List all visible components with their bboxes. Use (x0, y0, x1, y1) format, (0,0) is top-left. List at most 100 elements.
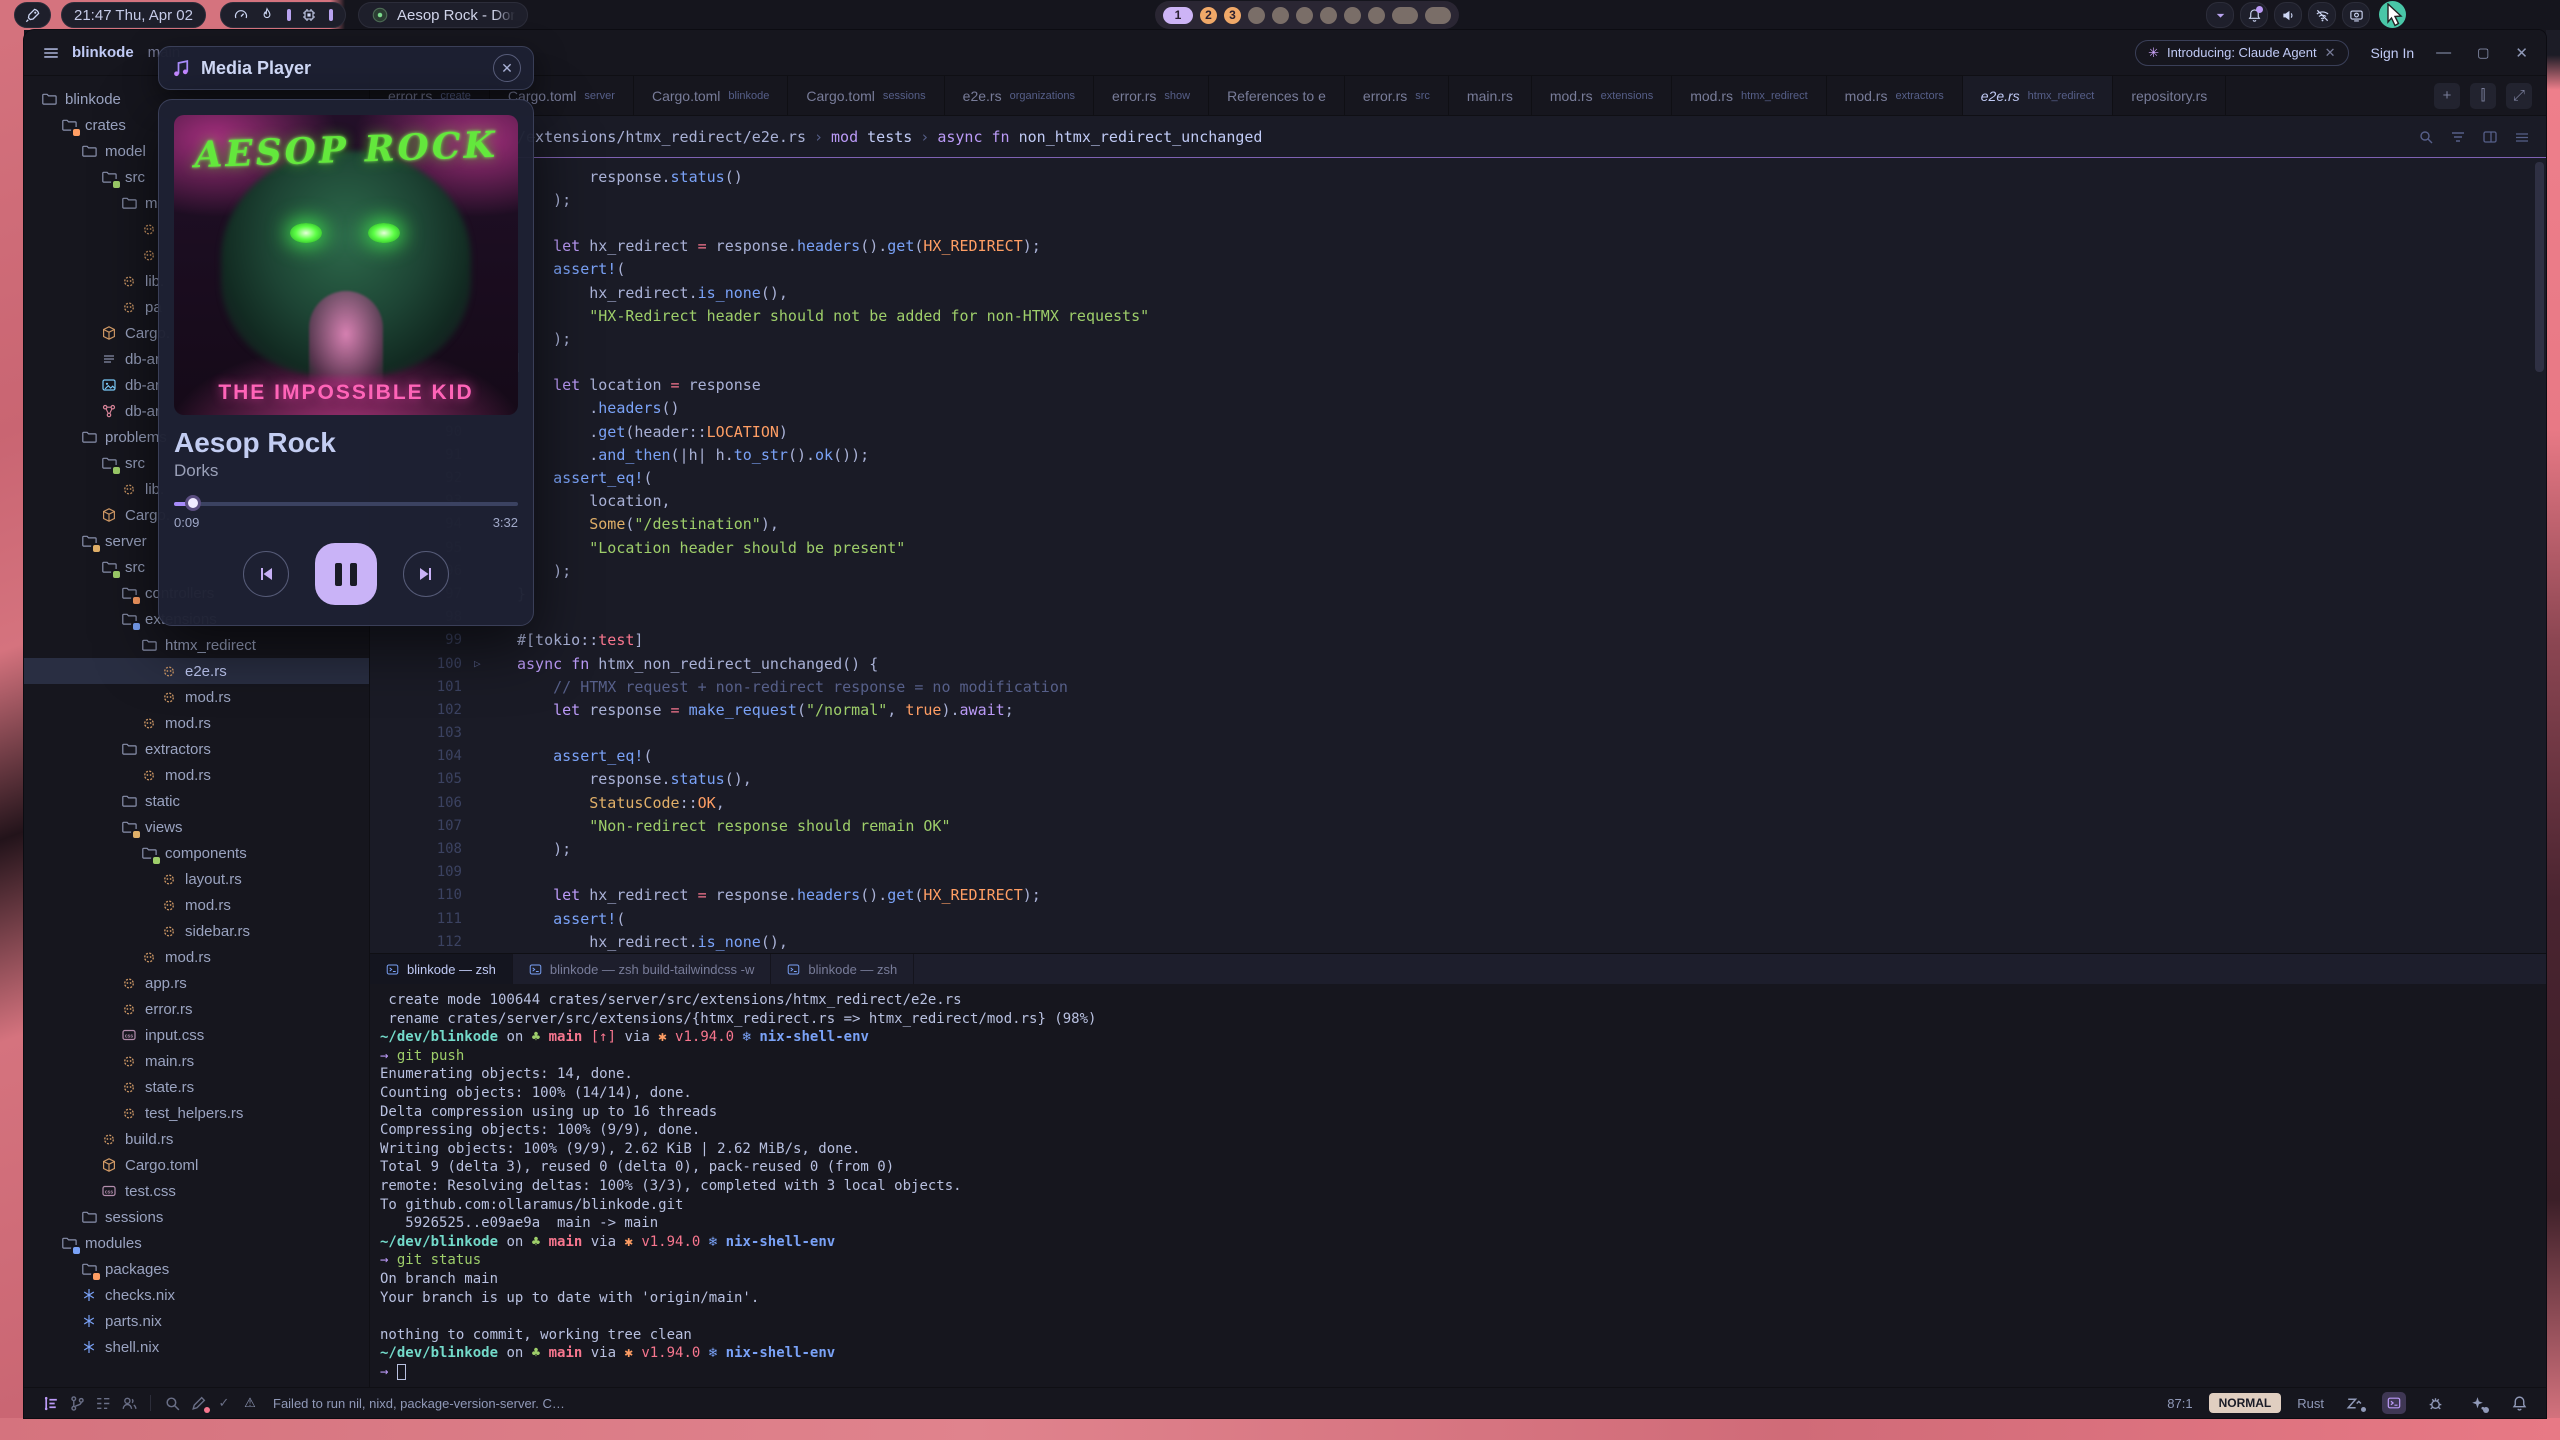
cursor-position[interactable]: 87:1 (2167, 1396, 2192, 1411)
workspace-8[interactable] (1344, 7, 1361, 24)
tab-Cargo.toml-blinkode[interactable]: Cargo.tomlblinkode (634, 76, 788, 115)
terminal-tab[interactable]: blinkode — zsh (370, 954, 513, 984)
tree-item-main.rs[interactable]: main.rs (24, 1048, 369, 1074)
project-name[interactable]: blinkode (72, 44, 134, 61)
workspace-7[interactable] (1320, 7, 1337, 24)
workspace-3[interactable]: 3 (1224, 7, 1241, 24)
debug-icon[interactable] (2422, 1395, 2448, 1412)
split-pane-icon[interactable] (2482, 129, 2498, 145)
collab-icon[interactable] (116, 1395, 142, 1412)
tab-error.rs-show[interactable]: error.rsshow (1094, 76, 1209, 115)
tree-item-input.css[interactable]: cssinput.css (24, 1022, 369, 1048)
progress-bar[interactable] (174, 495, 518, 511)
tree-item-e2e.rs[interactable]: e2e.rs (24, 658, 369, 684)
workspace-6[interactable] (1296, 7, 1313, 24)
breadcrumb[interactable]: /extensions/htmx_redirect/e2e.rs›mod tes… (517, 128, 1262, 146)
tree-item-shell.nix[interactable]: shell.nix (24, 1334, 369, 1360)
chevron-down-button[interactable] (2206, 2, 2234, 28)
diagnostics-check-icon[interactable]: ✓ (211, 1395, 237, 1411)
code-editor[interactable]: 79 response.status()80 );8182 let hx_red… (370, 158, 2546, 953)
run-test-button[interactable]: ▷ (474, 657, 481, 670)
tree-item-static[interactable]: static (24, 788, 369, 814)
tree-item-test.css[interactable]: csstest.css (24, 1178, 369, 1204)
edit-prediction-icon[interactable] (185, 1395, 211, 1412)
tab-mod.rs-extensions[interactable]: mod.rsextensions (1532, 76, 1672, 115)
tree-item-state.rs[interactable]: state.rs (24, 1074, 369, 1100)
tab-main.rs[interactable]: main.rs (1449, 76, 1532, 115)
maximize-button[interactable]: ▢ (2477, 45, 2489, 61)
tree-item-packages[interactable]: packages (24, 1256, 369, 1282)
screen-record-button[interactable] (2342, 2, 2370, 28)
tree-item-htmx_redirect[interactable]: htmx_redirect (24, 632, 369, 658)
tree-item-extractors[interactable]: extractors (24, 736, 369, 762)
tree-item-sessions[interactable]: sessions (24, 1204, 369, 1230)
workspace-11[interactable] (1425, 7, 1451, 24)
minimize-button[interactable]: — (2436, 44, 2451, 61)
workspace-5[interactable] (1272, 7, 1289, 24)
tree-item-app.rs[interactable]: app.rs (24, 970, 369, 996)
tab-e2e.rs-organizations[interactable]: e2e.rsorganizations (945, 76, 1094, 115)
workspace-9[interactable] (1368, 7, 1385, 24)
tree-item-sidebar.rs[interactable]: sidebar.rs (24, 918, 369, 944)
tree-item-mod.rs[interactable]: mod.rs (24, 892, 369, 918)
media-pill[interactable]: Aesop Rock - Dor (358, 2, 528, 28)
promo-close-icon[interactable]: ✕ (2325, 45, 2336, 61)
tree-item-build.rs[interactable]: build.rs (24, 1126, 369, 1152)
tree-item-Cargo.toml[interactable]: Cargo.toml (24, 1152, 369, 1178)
tree-item-error.rs[interactable]: error.rs (24, 996, 369, 1022)
tree-item-mod.rs[interactable]: mod.rs (24, 762, 369, 788)
sign-in-button[interactable]: Sign In (2371, 45, 2415, 61)
tab-e2e.rs-htmx_redirect[interactable]: e2e.rshtmx_redirect (1963, 76, 2114, 115)
tree-item-parts.nix[interactable]: parts.nix (24, 1308, 369, 1334)
progress-knob[interactable] (185, 495, 201, 511)
launcher-button[interactable] (14, 2, 51, 28)
terminal-toggle-button[interactable] (2382, 1392, 2406, 1414)
zoom-pane-button[interactable]: ⤢ (2506, 83, 2532, 109)
zeta-icon[interactable] (2340, 1395, 2366, 1412)
wifi-off-button[interactable] (2308, 2, 2336, 28)
tab-mod.rs-extractors[interactable]: mod.rsextractors (1827, 76, 1963, 115)
filter-icon[interactable] (2450, 129, 2466, 145)
editor-scrollbar[interactable] (2535, 162, 2544, 372)
workspace-10[interactable] (1392, 7, 1418, 24)
git-branch-icon[interactable] (64, 1395, 90, 1412)
tab-References to e[interactable]: References to e (1209, 76, 1345, 115)
notifications-bell-icon[interactable] (2506, 1395, 2532, 1412)
tree-item-layout.rs[interactable]: layout.rs (24, 866, 369, 892)
outline-icon[interactable] (90, 1395, 116, 1412)
tab-error.rs-src[interactable]: error.rssrc (1345, 76, 1449, 115)
split-pane-button[interactable]: ⫿ (2470, 83, 2496, 109)
tree-item-mod.rs[interactable]: mod.rs (24, 710, 369, 736)
avatar[interactable] (2379, 1, 2406, 28)
terminal-output[interactable]: create mode 100644 crates/server/src/ext… (370, 984, 2546, 1387)
previous-track-button[interactable] (243, 551, 289, 597)
search-icon[interactable] (2418, 129, 2434, 145)
bell-button[interactable] (2240, 2, 2268, 28)
search-icon[interactable] (159, 1395, 185, 1412)
project-panel-toggle-icon[interactable] (38, 1395, 64, 1412)
tree-item-checks.nix[interactable]: checks.nix (24, 1282, 369, 1308)
workspace-2[interactable]: 2 (1200, 7, 1217, 24)
tree-item-components[interactable]: components (24, 840, 369, 866)
tab-repository.rs[interactable]: repository.rs (2113, 76, 2226, 115)
promo-banner[interactable]: ✳ Introducing: Claude Agent ✕ (2135, 40, 2348, 66)
tab-mod.rs-htmx_redirect[interactable]: mod.rshtmx_redirect (1672, 76, 1826, 115)
new-tab-button[interactable]: + (2434, 83, 2460, 109)
language-selector[interactable]: Rust (2297, 1396, 2324, 1411)
close-icon[interactable]: ✕ (493, 54, 521, 82)
assistant-sparkle-icon[interactable] (2464, 1395, 2490, 1412)
tree-item-mod.rs[interactable]: mod.rs (24, 684, 369, 710)
tree-item-test_helpers.rs[interactable]: test_helpers.rs (24, 1100, 369, 1126)
terminal-tab[interactable]: blinkode — zsh build-tailwindcss -w (513, 954, 771, 984)
tree-item-views[interactable]: views (24, 814, 369, 840)
workspace-1[interactable]: 1 (1163, 7, 1193, 24)
status-message[interactable]: Failed to run nil, nixd, package-version… (273, 1396, 565, 1411)
media-player-header[interactable]: Media Player ✕ (158, 46, 534, 90)
next-track-button[interactable] (403, 551, 449, 597)
overflow-menu-icon[interactable] (2514, 129, 2530, 145)
workspace-4[interactable] (1248, 7, 1265, 24)
clock-pill[interactable]: 21:47 Thu, Apr 02 (61, 2, 206, 28)
hamburger-menu-icon[interactable] (42, 44, 60, 62)
tree-item-modules[interactable]: modules (24, 1230, 369, 1256)
system-monitor-pill[interactable] (220, 2, 346, 28)
